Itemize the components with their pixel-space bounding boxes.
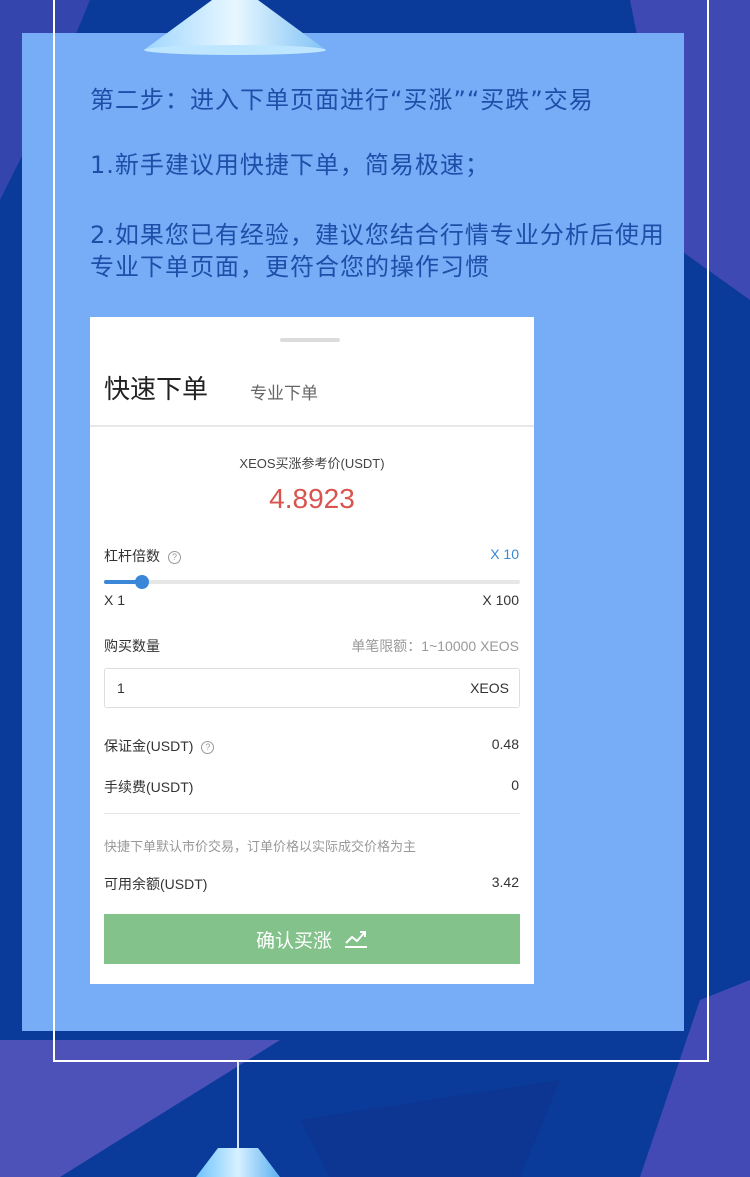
quantity-unit: XEOS — [470, 680, 509, 696]
leverage-max: X 100 — [482, 592, 519, 608]
help-circle-icon[interactable]: ? — [168, 550, 181, 564]
available-label: 可用余额(USDT) — [104, 876, 208, 892]
trend-up-icon — [345, 931, 367, 948]
market-order-note: 快捷下单默认市价交易，订单价格以实际成交价格为主 — [104, 839, 417, 854]
leverage-label: 杠杆倍数 — [104, 548, 160, 564]
reference-price-label: XEOS买涨参考价(USDT) — [239, 456, 385, 471]
margin-row: 保证金(USDT)? — [104, 736, 215, 756]
tab-pro-order[interactable]: 专业下单 — [250, 379, 318, 404]
fee-value: 0 — [511, 777, 519, 793]
step-title: 第二步：进入下单页面进行“买涨”“买跌”交易 — [90, 86, 594, 114]
quantity-limit: 单笔限额：1~10000 XEOS — [351, 638, 519, 654]
tab-quick-order[interactable]: 快速下单 — [104, 369, 208, 406]
margin-label: 保证金(USDT) — [104, 738, 194, 754]
lamp-top-icon — [144, 0, 326, 55]
leverage-row: 杠杆倍数? — [104, 546, 181, 566]
sheet-handle[interactable] — [280, 338, 340, 342]
quantity-label: 购买数量 — [104, 638, 160, 654]
quantity-value: 1 — [117, 680, 125, 696]
order-sheet: 快速下单 专业下单 XEOS买涨参考价(USDT) 4.8923 杠杆倍数? X… — [90, 317, 534, 984]
lamp-bottom-icon — [196, 1062, 280, 1177]
margin-value: 0.48 — [491, 736, 519, 752]
tip-experienced: 2.如果您已有经验，建议您结合行情专业分析后使用专业下单页面，更符合您的操作习惯 — [90, 221, 665, 281]
leverage-value: X 10 — [490, 546, 519, 562]
quantity-input[interactable]: 1 XEOS — [104, 668, 520, 708]
available-value: 3.42 — [491, 874, 519, 890]
confirm-label: 确认买涨 — [255, 930, 332, 952]
confirm-buy-up-button[interactable]: 确认买涨 — [104, 914, 520, 964]
leverage-min: X 1 — [104, 592, 126, 608]
reference-price: 4.8923 — [269, 483, 355, 514]
help-circle-icon[interactable]: ? — [201, 740, 215, 754]
leverage-slider[interactable] — [104, 575, 520, 589]
tab-divider — [90, 425, 534, 427]
slider-thumb[interactable] — [134, 575, 149, 589]
tip-novice: 1.新手建议用快捷下单，简易极速； — [90, 151, 490, 179]
divider — [104, 813, 520, 814]
fee-label: 手续费(USDT) — [104, 779, 194, 795]
